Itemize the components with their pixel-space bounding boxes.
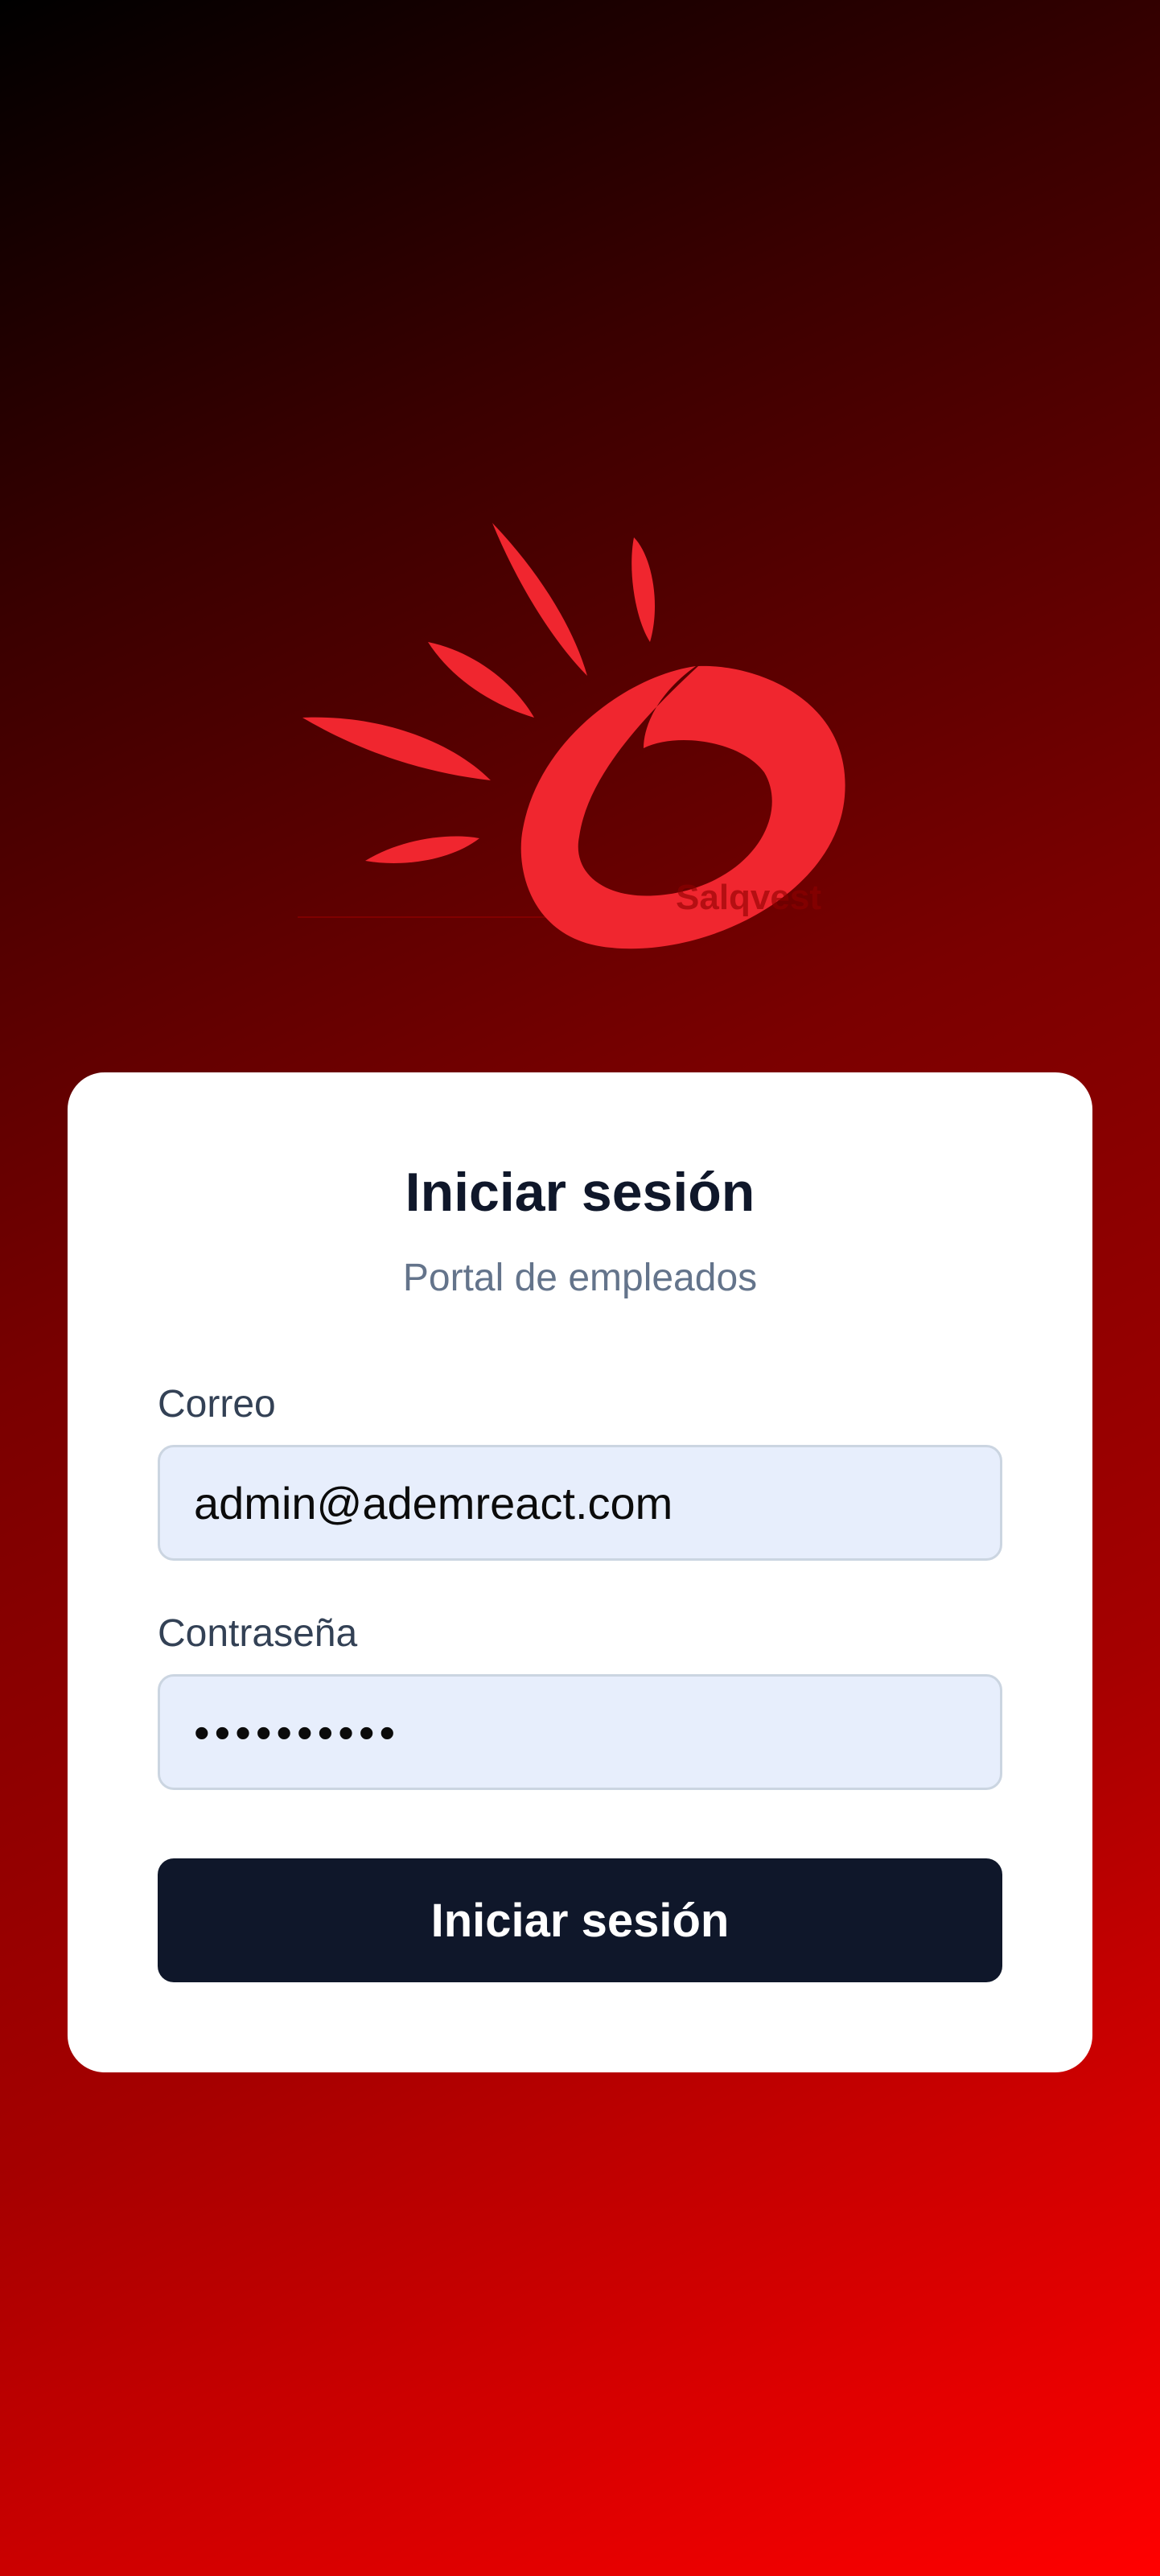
login-button[interactable]: Iniciar sesión (158, 1858, 1002, 1982)
email-label: Correo (158, 1383, 276, 1426)
logo-ray-middle (428, 642, 534, 718)
logo-ray-bottom (365, 836, 479, 863)
page-title: Iniciar sesión (405, 1162, 755, 1223)
login-card: Iniciar sesión Portal de empleados Corre… (68, 1072, 1092, 2072)
password-label: Contraseña (158, 1612, 358, 1655)
company-logo: Salqvest (298, 523, 845, 949)
logo-watermark-text: Salqvest (676, 878, 821, 917)
email-field[interactable] (158, 1445, 1002, 1561)
logo-ray-left (302, 717, 491, 780)
logo-ray-top (492, 523, 587, 676)
password-field[interactable] (158, 1674, 1002, 1790)
page-subtitle: Portal de empleados (402, 1257, 758, 1299)
logo-ray-top-right (631, 537, 656, 642)
